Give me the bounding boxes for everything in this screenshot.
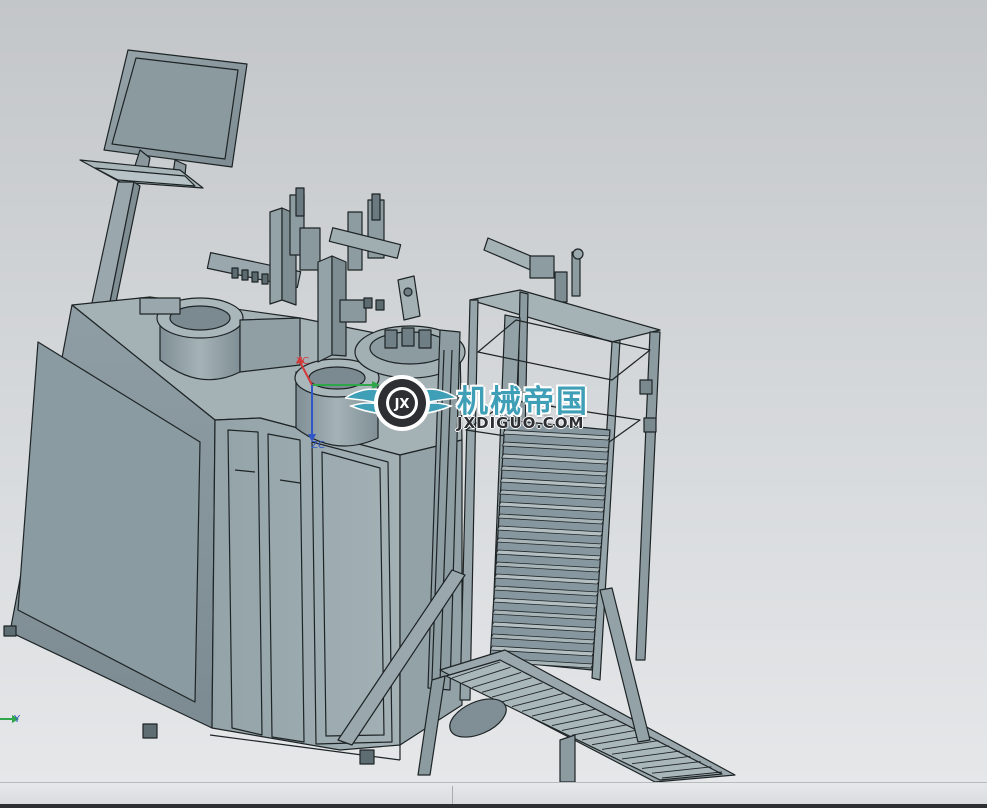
window-bottom-edge [0, 804, 987, 808]
watermark-url: JXDIGUO.COM [457, 414, 585, 432]
y-axis-label: Y [13, 714, 21, 725]
xc-axis-label: XC [296, 356, 309, 367]
pick-place-station-left [206, 187, 321, 306]
watermark-badge-text: JX [394, 397, 410, 412]
zc-axis-label: ZC [311, 440, 325, 451]
watermark-logo: JX 机械帝国 JXDIGUO.COM [342, 370, 645, 436]
graphics-viewport[interactable]: XC ZC Y JX 机械帝国 JXDIGUO.COM [0, 0, 987, 782]
winged-gear-icon: JX [342, 375, 460, 431]
cylinder-actuator [483, 237, 584, 303]
monitor [79, 49, 248, 313]
roller-conveyor [417, 649, 736, 782]
status-bar-divider [452, 786, 453, 804]
